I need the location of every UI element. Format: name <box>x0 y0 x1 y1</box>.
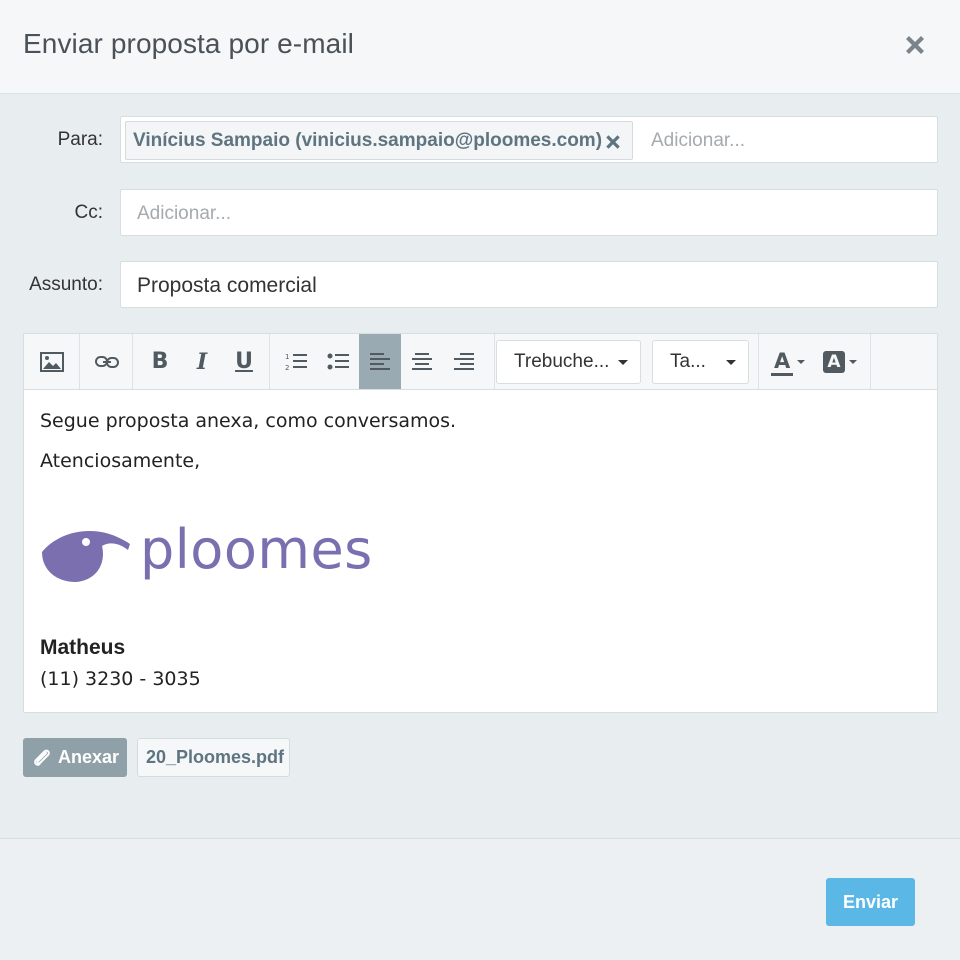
bold-button[interactable]: B <box>140 334 180 389</box>
toolbar-group-insert <box>24 334 80 389</box>
logo-text: ploomes <box>140 518 373 581</box>
ploomes-logo: ploomes <box>40 518 372 599</box>
cc-label: Cc: <box>74 202 104 223</box>
chevron-down-icon <box>849 359 857 364</box>
toolbar-group-paragraph: 1 2 <box>270 334 495 389</box>
bold-label: B <box>151 349 169 374</box>
toolbar-group-link <box>80 334 133 389</box>
chevron-down-icon <box>726 360 736 365</box>
font-size-select[interactable]: Ta... <box>652 340 749 384</box>
cc-placeholder: Adicionar... <box>137 203 231 224</box>
cc-field[interactable]: Adicionar... <box>120 189 938 236</box>
recipient-chip-label: Vinícius Sampaio (vinicius.sampaio@ploom… <box>133 129 603 151</box>
attach-button-label: Anexar <box>58 747 120 767</box>
highlight-color-button[interactable]: A <box>815 334 865 389</box>
subject-field[interactable]: Proposta comercial <box>120 261 938 308</box>
align-right-icon[interactable] <box>444 334 484 389</box>
toolbar-group-color: A A <box>758 334 871 389</box>
ordered-list-icon[interactable]: 1 2 <box>276 334 316 389</box>
editor-toolbar: B I U 1 2 Trebuche... Ta... A A <box>24 334 937 390</box>
font-color-icon: A <box>771 349 793 376</box>
font-family-select[interactable]: Trebuche... <box>496 340 641 384</box>
recipient-chip[interactable]: Vinícius Sampaio (vinicius.sampaio@ploom… <box>125 121 633 160</box>
close-icon[interactable] <box>899 29 931 61</box>
align-left-icon[interactable] <box>359 334 401 389</box>
highlight-color-icon: A <box>823 350 845 373</box>
svg-text:1: 1 <box>285 353 289 361</box>
chevron-down-icon <box>618 360 628 365</box>
svg-text:2: 2 <box>285 364 289 372</box>
italic-label: I <box>196 348 208 375</box>
attachment-file-name: 20_Ploomes.pdf <box>146 747 285 767</box>
message-line: Atenciosamente, <box>40 450 201 472</box>
subject-label: Assunto: <box>29 274 103 295</box>
signature-phone: (11) 3230 - 3035 <box>40 668 201 690</box>
toolbar-group-format: B I U <box>133 334 270 389</box>
dialog-header: Enviar proposta por e-mail <box>0 0 960 94</box>
send-button[interactable]: Enviar <box>826 878 915 926</box>
image-icon[interactable] <box>24 334 80 389</box>
font-color-button[interactable]: A <box>763 334 813 389</box>
font-size-value: Ta... <box>670 351 706 372</box>
to-label: Para: <box>57 129 103 150</box>
underline-button[interactable]: U <box>224 334 264 389</box>
subject-value: Proposta comercial <box>137 274 317 297</box>
send-button-label: Enviar <box>842 891 899 912</box>
remove-recipient-icon[interactable] <box>604 133 622 151</box>
dialog-title: Enviar proposta por e-mail <box>23 28 354 59</box>
attach-button[interactable]: Anexar <box>23 738 127 777</box>
attachment-file[interactable]: 20_Ploomes.pdf <box>137 738 290 777</box>
message-line: Segue proposta anexa, como conversamos. <box>40 410 457 432</box>
to-field[interactable]: Vinícius Sampaio (vinicius.sampaio@ploom… <box>120 116 938 163</box>
to-placeholder[interactable]: Adicionar... <box>651 130 745 152</box>
message-editor[interactable]: B I U 1 2 Trebuche... Ta... A A Segue pr… <box>23 333 938 713</box>
signature-name: Matheus <box>40 636 126 659</box>
italic-button[interactable]: I <box>182 334 222 389</box>
font-family-value: Trebuche... <box>514 351 610 372</box>
dialog-footer: Enviar <box>0 838 960 960</box>
paperclip-icon <box>34 749 50 766</box>
unordered-list-icon[interactable] <box>318 334 358 389</box>
link-icon[interactable] <box>80 334 133 389</box>
chevron-down-icon <box>797 359 805 364</box>
align-center-icon[interactable] <box>402 334 442 389</box>
underline-label: U <box>235 349 253 374</box>
